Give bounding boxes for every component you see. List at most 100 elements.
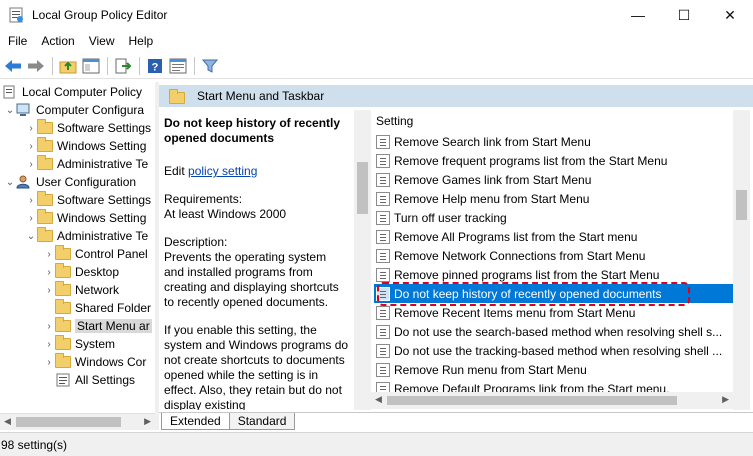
list-item[interactable]: Remove All Programs list from the Start … [374, 227, 733, 246]
menu-bar: File Action View Help [0, 30, 753, 51]
forward-icon[interactable] [25, 55, 47, 77]
tab-standard[interactable]: Standard [228, 413, 296, 430]
close-button[interactable]: ✕ [707, 0, 753, 30]
properties-icon[interactable] [167, 55, 189, 77]
list-item[interactable]: Remove Search link from Start Menu [374, 132, 733, 151]
list-item[interactable]: Remove Run menu from Start Menu [374, 360, 733, 379]
chevron-right-icon[interactable]: › [43, 321, 55, 332]
tree-item-desktop[interactable]: › Desktop [43, 263, 119, 281]
show-hide-tree-icon[interactable] [80, 55, 102, 77]
tree-item-network[interactable]: › Network [43, 281, 119, 299]
tree-item-user-configuration[interactable]: ⌄ User Configuration [4, 173, 136, 191]
scroll-left-icon[interactable]: ◀ [375, 394, 382, 405]
list-item[interactable]: Turn off user tracking [374, 208, 733, 227]
status-bar: 98 setting(s) [0, 432, 753, 456]
scrollbar-thumb[interactable] [736, 190, 747, 220]
list-item[interactable]: Do not use the tracking-based method whe… [374, 341, 733, 360]
chevron-right-icon[interactable]: › [43, 249, 55, 260]
list-item[interactable]: Do not use the search-based method when … [374, 322, 733, 341]
policy-title: Do not keep history of recently opened d… [164, 116, 341, 145]
tree-item-shared-folders[interactable]: Shared Folder [55, 299, 151, 317]
policy-description: Do not keep history of recently opened d… [159, 110, 354, 410]
tree-item-label: Software Settings [57, 121, 152, 135]
tree-item-windows-settings[interactable]: › Windows Setting [25, 137, 146, 155]
setting-label: Do not use the search-based method when … [394, 324, 723, 339]
list-item[interactable]: Remove Network Connections from Start Me… [374, 246, 733, 265]
policy-setting-icon [376, 229, 390, 244]
chevron-right-icon[interactable]: › [43, 267, 55, 278]
tree-horizontal-scrollbar[interactable]: ◀ ▶ [0, 413, 155, 430]
minimize-button[interactable]: — [615, 0, 661, 30]
setting-label: Remove Games link from Start Menu [394, 172, 592, 187]
tab-extended[interactable]: Extended [161, 413, 230, 430]
tree-item-label: All Settings [75, 373, 136, 387]
tree-item-local-computer-policy[interactable]: Local Computer Policy [2, 83, 142, 101]
setting-label: Remove Network Connections from Start Me… [394, 248, 646, 263]
details-pane: Start Menu and Taskbar Do not keep histo… [159, 82, 753, 430]
help-icon[interactable]: ? [144, 55, 166, 77]
chevron-right-icon[interactable]: › [43, 339, 55, 350]
settings-horizontal-scrollbar[interactable]: ◀ ▶ [371, 392, 733, 409]
chevron-right-icon[interactable]: › [25, 213, 37, 224]
scroll-right-icon[interactable]: ▶ [144, 416, 151, 427]
policy-setting-icon [376, 134, 390, 149]
folder-icon [55, 299, 71, 315]
tree-item-system[interactable]: › System [43, 335, 115, 353]
setting-label: Do not keep history of recently opened d… [394, 286, 662, 301]
scrollbar-thumb[interactable] [16, 417, 121, 427]
scrollbar-thumb[interactable] [387, 396, 677, 405]
folder-icon [55, 317, 71, 333]
settings-vertical-scrollbar[interactable] [733, 110, 750, 410]
list-item[interactable]: Remove pinned programs list from the Sta… [374, 265, 733, 284]
list-item-selected[interactable]: Do not keep history of recently opened d… [374, 284, 733, 303]
tree-item-user-administrative-templates[interactable]: ⌄ Administrative Te [25, 227, 148, 245]
back-icon[interactable] [2, 55, 24, 77]
tree-item-user-software-settings[interactable]: › Software Settings [25, 191, 151, 209]
tree-item-administrative-templates[interactable]: › Administrative Te [25, 155, 148, 173]
scroll-left-icon[interactable]: ◀ [4, 416, 11, 427]
tree-item-control-panel[interactable]: › Control Panel [43, 245, 148, 263]
chevron-down-icon[interactable]: ⌄ [25, 231, 37, 242]
folder-icon [169, 88, 185, 104]
edit-prefix: Edit [164, 164, 189, 178]
maximize-button[interactable]: ☐ [661, 0, 707, 30]
export-list-icon[interactable] [112, 55, 134, 77]
chevron-right-icon[interactable]: › [25, 159, 37, 170]
menu-view[interactable]: View [81, 34, 121, 48]
chevron-right-icon[interactable]: › [43, 285, 55, 296]
tree-item-start-menu-and-taskbar[interactable]: › Start Menu ar [43, 317, 152, 335]
chevron-right-icon[interactable]: › [25, 141, 37, 152]
requirements-value: At least Windows 2000 [164, 207, 287, 221]
tree-item-software-settings[interactable]: › Software Settings [25, 119, 151, 137]
menu-file[interactable]: File [0, 34, 33, 48]
chevron-right-icon[interactable]: › [43, 357, 55, 368]
list-item[interactable]: Remove Recent Items menu from Start Menu [374, 303, 733, 322]
chevron-right-icon[interactable]: › [25, 195, 37, 206]
chevron-right-icon[interactable]: › [25, 123, 37, 134]
folder-icon [55, 263, 71, 279]
scrollbar-thumb[interactable] [357, 162, 368, 214]
scroll-right-icon[interactable]: ▶ [722, 394, 729, 405]
tree-item-all-settings[interactable]: All Settings [55, 371, 135, 389]
list-item[interactable]: Remove Games link from Start Menu [374, 170, 733, 189]
folder-icon [55, 281, 71, 297]
pane-header-title: Start Menu and Taskbar [197, 89, 325, 103]
tree-item-user-windows-settings[interactable]: › Windows Setting [25, 209, 146, 227]
chevron-down-icon[interactable]: ⌄ [4, 177, 16, 188]
tree-item-label: Administrative Te [57, 157, 149, 171]
menu-help[interactable]: Help [121, 34, 160, 48]
menu-action[interactable]: Action [33, 34, 80, 48]
tree-item-windows-components[interactable]: › Windows Cor [43, 353, 146, 371]
description-label: Description: [164, 235, 228, 249]
up-folder-icon[interactable] [57, 55, 79, 77]
policy-setting-icon [376, 191, 390, 206]
status-text: 98 setting(s) [1, 437, 68, 452]
edit-policy-link[interactable]: policy setting [188, 164, 257, 178]
description-scrollbar[interactable] [354, 110, 371, 410]
filter-icon[interactable] [199, 55, 221, 77]
column-header-setting[interactable]: Setting [376, 114, 413, 128]
list-item[interactable]: Remove frequent programs list from the S… [374, 151, 733, 170]
chevron-down-icon[interactable]: ⌄ [4, 105, 16, 116]
tree-item-computer-configuration[interactable]: ⌄ Computer Configura [4, 101, 144, 119]
list-item[interactable]: Remove Help menu from Start Menu [374, 189, 733, 208]
